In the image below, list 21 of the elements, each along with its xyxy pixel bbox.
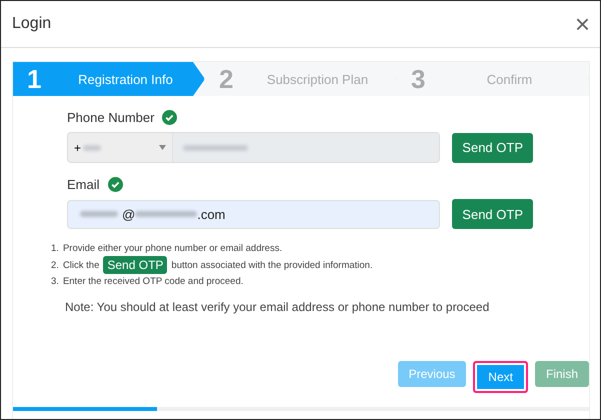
instruction-text: Enter the received OTP code and proceed.	[62, 276, 244, 287]
note-text: Note: You should at least verify your email address or phone number to proceed	[64, 299, 490, 314]
instruction-number: 2.	[51, 260, 59, 270]
phone-field[interactable]: +	[67, 132, 440, 163]
close-button[interactable]: ×	[574, 11, 590, 37]
email-field[interactable]: @ .com	[67, 200, 440, 228]
instruction-text: Provide either your phone number or email address.	[62, 243, 282, 254]
send-otp-button[interactable]: Send OTP	[452, 199, 533, 229]
caret-icon	[159, 145, 166, 150]
instruction-text: button associated with the provided information.	[171, 260, 373, 270]
next-button[interactable]: Next	[473, 361, 528, 393]
window-title: Login	[12, 15, 52, 33]
field-label: Email	[67, 176, 100, 192]
instruction-text: Click the	[62, 260, 100, 270]
instruction-number: 3.	[51, 276, 59, 287]
send-otp-button[interactable]: Send OTP	[452, 132, 533, 162]
send-otp-badge: Send OTP	[103, 256, 168, 274]
instruction-number: 1.	[51, 243, 59, 254]
wizard-step[interactable]: 1 Registration Info	[13, 62, 205, 96]
field-label: Phone Number	[67, 110, 154, 124]
country-code-select[interactable]: +	[68, 133, 173, 162]
